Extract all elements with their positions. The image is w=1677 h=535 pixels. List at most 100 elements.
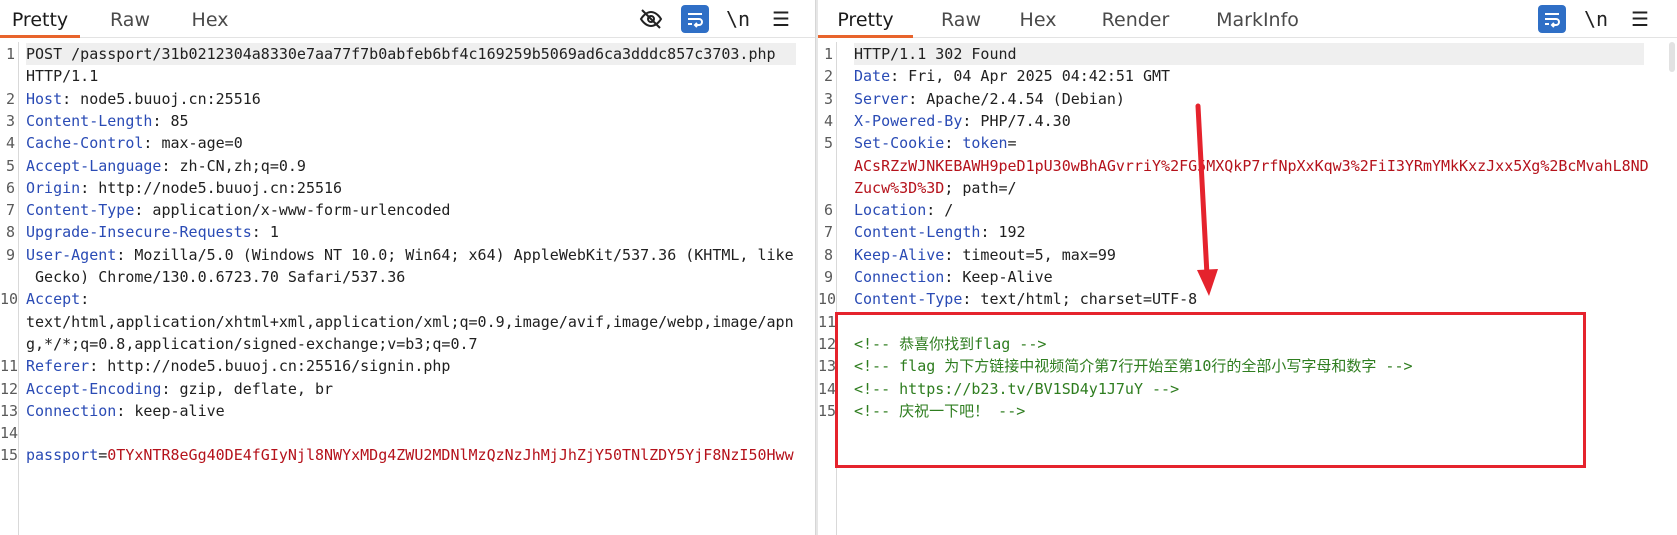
- code-line: Origin: http://node5.buuoj.cn:25516: [26, 177, 796, 199]
- line-number: 8: [823, 245, 833, 264]
- header-name: Origin: [26, 178, 81, 197]
- code-line: Connection: Keep-Alive: [854, 266, 1644, 288]
- header-name: X-Powered-By: [854, 111, 963, 130]
- tab-pretty[interactable]: Pretty: [0, 0, 80, 38]
- line-text: : timeout=5, max=99: [944, 245, 1116, 264]
- newline-toggle[interactable]: \n: [724, 5, 752, 33]
- line-number: 6: [5, 178, 15, 197]
- tab-markinfo[interactable]: MarkInfo: [1200, 0, 1315, 38]
- line-number: 7: [823, 223, 833, 242]
- header-name: User-Agent: [26, 245, 117, 264]
- request-editor[interactable]: 1 POST /passport/31b0212304a8330e7aa77f7b…: [0, 42, 815, 535]
- menu-icon[interactable]: ☰: [1626, 5, 1654, 33]
- wrap-icon[interactable]: [681, 5, 709, 33]
- line-number: 3: [5, 111, 15, 130]
- line-number: 10: [818, 290, 837, 309]
- line-text: ACsRZzWJNKEBAWH9peD1pU30wBhAGvrriY%2FG5M…: [854, 156, 1649, 175]
- line-text: : http://node5.buuoj.cn:25516/signin.php: [89, 357, 451, 376]
- tab-raw[interactable]: Raw: [100, 0, 160, 38]
- code-line: Upgrade-Insecure-Requests: 1: [26, 221, 796, 243]
- highlight-box: [835, 312, 1586, 468]
- line-number: 13: [0, 401, 19, 420]
- line-text: HTTP/1.1 302 Found: [854, 45, 1017, 63]
- code-line: Keep-Alive: timeout=5, max=99: [854, 244, 1644, 266]
- line-text: HTTP/1.1: [26, 67, 99, 86]
- eye-slash-icon[interactable]: [637, 5, 665, 33]
- header-name: Set-Cookie: [854, 134, 945, 153]
- code-line: Content-Length: 192: [854, 221, 1644, 243]
- line-text: : Mozilla/5.0 (Windows NT 10.0; Win64; x…: [116, 245, 794, 264]
- line-number: 9: [5, 245, 15, 264]
- code-line: Referer: http://node5.buuoj.cn:25516/sig…: [26, 355, 796, 377]
- line-text: g,*/*;q=0.8,application/signed-exchange;…: [26, 334, 478, 353]
- line-number: 8: [5, 223, 15, 242]
- line-text: =: [1007, 134, 1017, 153]
- line-number: 2: [5, 89, 15, 108]
- line-number: 5: [823, 134, 833, 153]
- line-text: : max-age=0: [143, 134, 243, 153]
- code-line: X-Powered-By: PHP/7.4.30: [854, 110, 1644, 132]
- line-text: ; path=/: [944, 178, 1017, 197]
- code-line: g,*/*;q=0.8,application/signed-exchange;…: [26, 333, 796, 355]
- line-number: 11: [0, 357, 19, 376]
- header-name: Accept: [26, 290, 81, 309]
- header-name: Content-Type: [26, 201, 135, 220]
- code-line: Gecko) Chrome/130.0.6723.70 Safari/537.3…: [26, 266, 796, 288]
- header-name: Date: [854, 67, 891, 86]
- code-line: text/html,application/xhtml+xml,applicat…: [26, 311, 796, 333]
- header-name: Host: [26, 89, 63, 108]
- header-name: Server: [854, 89, 909, 108]
- code-line: Set-Cookie: token=: [854, 132, 1644, 154]
- line-text: POST /passport/31b0212304a8330e7aa77f7b0…: [26, 45, 776, 63]
- code-line: Content-Length: 85: [26, 110, 796, 132]
- line-number: 1: [5, 45, 15, 63]
- code-line: Content-Type: application/x-www-form-url…: [26, 199, 796, 221]
- line-number: 10: [0, 290, 19, 309]
- line-number: 4: [5, 134, 15, 153]
- code-line: Connection: keep-alive: [26, 400, 796, 422]
- header-name: Accept-Encoding: [26, 379, 162, 398]
- line-number: 2: [823, 67, 833, 86]
- code-line: Date: Fri, 04 Apr 2025 04:42:51 GMT: [854, 65, 1644, 87]
- header-name: Referer: [26, 357, 90, 376]
- code-line: Cache-Control: max-age=0: [26, 132, 796, 154]
- line-number: 14: [0, 424, 19, 443]
- line-text: : 192: [980, 223, 1026, 242]
- line-text: 0TYxNTR8eGg40DE4fGIyNjl8NWYxMDg4ZWU2MDNl…: [107, 446, 794, 465]
- line-number: 3: [823, 89, 833, 108]
- header-name: Cache-Control: [26, 134, 144, 153]
- line-text: : 85: [152, 111, 189, 130]
- line-number: 12: [818, 334, 837, 353]
- newline-toggle[interactable]: \n: [1582, 5, 1610, 33]
- tab-hex[interactable]: Hex: [180, 0, 240, 38]
- header-name: token: [962, 134, 1008, 153]
- tab-raw[interactable]: Raw: [931, 0, 991, 38]
- header-name: Accept-Language: [26, 156, 162, 175]
- code-line: User-Agent: Mozilla/5.0 (Windows NT 10.0…: [26, 244, 796, 266]
- header-name: Connection: [26, 401, 117, 420]
- menu-icon[interactable]: ☰: [767, 5, 795, 33]
- line-number: 7: [5, 201, 15, 220]
- header-name: Connection: [854, 268, 945, 286]
- line-text: : Fri, 04 Apr 2025 04:42:51 GMT: [890, 67, 1171, 86]
- wrap-icon[interactable]: [1538, 5, 1566, 33]
- code-line: Host: node5.buuoj.cn:25516: [26, 88, 796, 110]
- tab-hex[interactable]: Hex: [1008, 0, 1068, 38]
- line-text: :: [944, 134, 963, 153]
- tab-pretty[interactable]: Pretty: [818, 0, 913, 38]
- line-text: : Apache/2.4.54 (Debian): [908, 89, 1125, 108]
- tab-render[interactable]: Render: [1088, 0, 1183, 38]
- header-name: passport: [26, 446, 99, 465]
- request-pane: Pretty Raw Hex \n ☰ 1 POST /passport/31b0…: [0, 0, 815, 535]
- vertical-scrollbar[interactable]: [1669, 42, 1675, 72]
- line-text: : zh-CN,zh;q=0.9: [161, 156, 306, 175]
- header-name: Content-Type: [854, 290, 963, 309]
- line-text: : text/html; charset=UTF-8: [962, 290, 1198, 309]
- line-number: 14: [818, 379, 837, 398]
- line-text: Zucw%3D%3D: [854, 178, 945, 197]
- line-number: 6: [823, 201, 833, 220]
- line-number: 15: [818, 401, 837, 420]
- header-name: Content-Length: [854, 223, 981, 242]
- code-line: Accept-Language: zh-CN,zh;q=0.9: [26, 155, 796, 177]
